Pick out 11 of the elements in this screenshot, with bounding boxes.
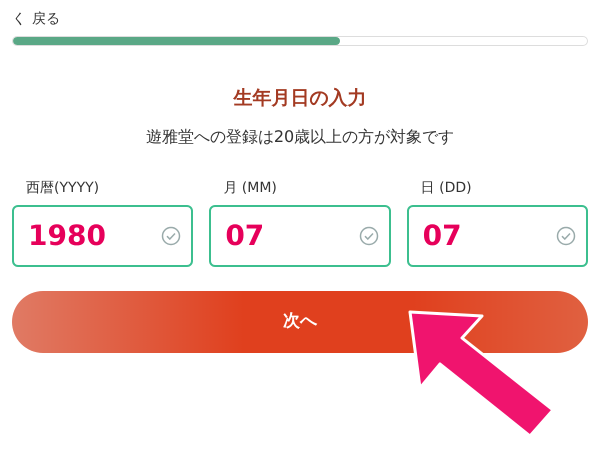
back-icon: く (12, 9, 26, 30)
date-field[interactable]: 07 (209, 204, 391, 266)
date-field[interactable]: 1980 (12, 204, 194, 266)
next-button[interactable]: 次へ (12, 290, 588, 352)
page-title: 生年月日の入力 (232, 86, 368, 111)
subtitle-text: 遊雅堂への登録は20歳以上の方が対象です (144, 126, 456, 148)
field-label: 月 (MM) (223, 178, 277, 198)
date-field[interactable]: 07 (406, 204, 588, 266)
back-link[interactable]: く 戻る (12, 9, 60, 30)
field-label: 西暦(YYYY) (26, 178, 100, 198)
field-label: 日 (DD) (420, 178, 472, 198)
